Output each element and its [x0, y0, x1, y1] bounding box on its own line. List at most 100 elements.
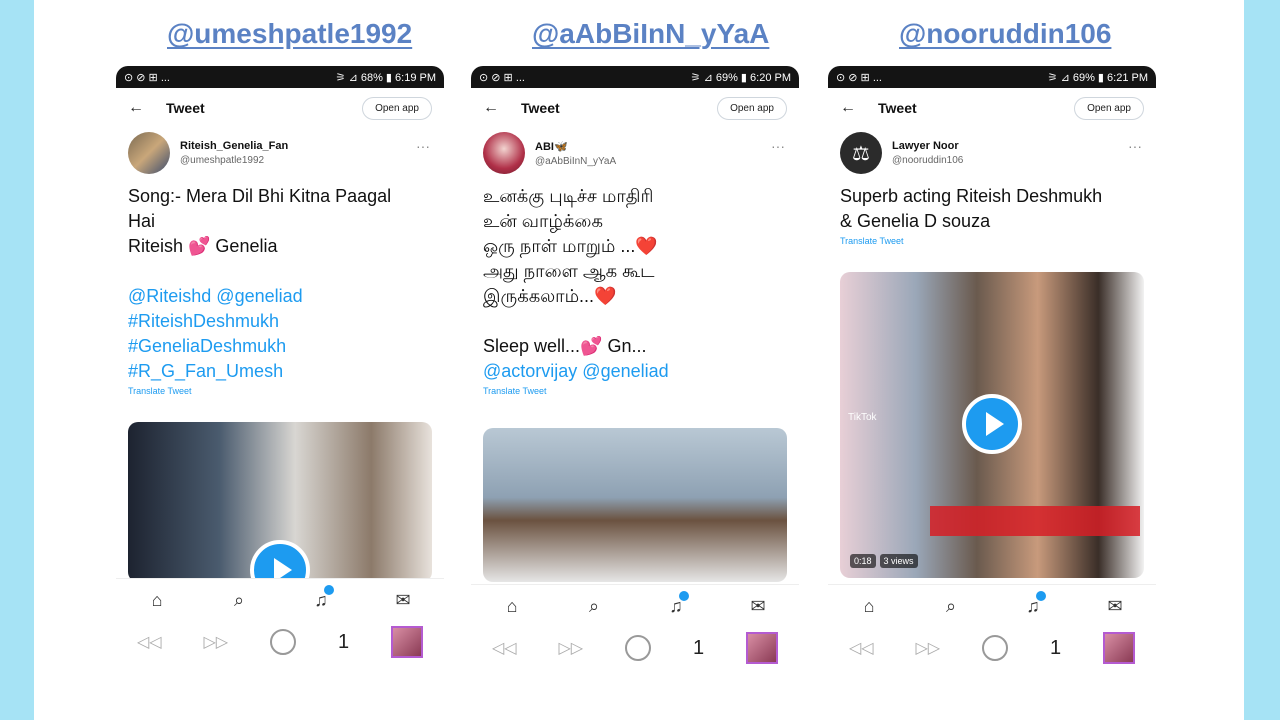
back-arrow-icon[interactable]: ← [128, 99, 158, 117]
notification-badge [679, 591, 689, 601]
messages-icon[interactable]: ✉ [743, 596, 773, 617]
translate-tweet-link[interactable]: Translate Tweet [471, 384, 799, 398]
tweet-text: Superb acting Riteish Deshmukh & Genelia… [828, 178, 1156, 234]
back-arrow-icon[interactable]: ← [840, 99, 870, 117]
username[interactable]: @nooruddin106 [892, 155, 963, 166]
hashtag-link[interactable]: #R_G_Fan_Umesh [128, 359, 432, 384]
tab-count[interactable]: 1 [1050, 637, 1061, 660]
page-title: Tweet [166, 100, 205, 116]
tweet-line [483, 309, 787, 334]
open-app-button[interactable]: Open app [1074, 97, 1144, 120]
avatar[interactable]: ⚖ [840, 132, 882, 174]
rewind-icon[interactable]: ◁◁ [137, 632, 162, 652]
bottom-tab-bar: ⌂ ⌕ ♫ ✉ [471, 584, 799, 628]
notifications-icon[interactable]: ♫ [661, 591, 691, 617]
profile-avatar[interactable] [390, 626, 423, 658]
rewind-icon[interactable]: ◁◁ [849, 638, 874, 658]
bottom-tab-bar: ⌂ ⌕ ♫ ✉ [116, 578, 444, 622]
back-arrow-icon[interactable]: ← [483, 99, 513, 117]
play-button-icon[interactable] [250, 540, 310, 582]
home-circle-icon[interactable] [270, 629, 297, 655]
tweet-header: ← Tweet Open app [471, 88, 799, 128]
home-circle-icon[interactable] [982, 635, 1009, 661]
play-button-icon[interactable] [962, 394, 1022, 454]
video-info: 0:18 3 views [850, 554, 918, 568]
display-name[interactable]: Riteish_Genelia_Fan [180, 140, 288, 152]
handle-1[interactable]: @umeshpatle1992 [167, 18, 412, 50]
video-thumbnail[interactable]: TikTok 0:18 3 views [840, 272, 1144, 578]
system-nav-bar: ◁◁ ▷▷ 1 [471, 626, 799, 670]
open-app-button[interactable]: Open app [717, 97, 787, 120]
system-nav-bar: ◁◁ ▷▷ 1 [828, 626, 1156, 670]
messages-icon[interactable]: ✉ [1100, 596, 1130, 617]
profile-avatar[interactable] [745, 632, 778, 664]
status-bar: ⊙ ⊘ ⊞ ... ⚞ ⊿ 69% ▮ 6:21 PM [828, 66, 1156, 88]
search-icon[interactable]: ⌕ [936, 596, 966, 617]
handle-2[interactable]: @aAbBiInN_yYaA [532, 18, 769, 50]
video-views: 3 views [879, 554, 918, 568]
more-options-icon[interactable]: ··· [771, 138, 785, 154]
search-icon[interactable]: ⌕ [224, 590, 254, 611]
page-title: Tweet [878, 100, 917, 116]
forward-icon[interactable]: ▷▷ [915, 638, 940, 658]
tweet-header: ← Tweet Open app [116, 88, 444, 128]
username[interactable]: @aAbBiInN_yYaA [535, 156, 616, 167]
tweet-author: ⚖ Lawyer Noor @nooruddin106 ··· [828, 128, 1156, 178]
rewind-icon[interactable]: ◁◁ [492, 638, 517, 658]
more-options-icon[interactable]: ··· [416, 138, 430, 154]
video-thumbnail[interactable] [128, 422, 432, 582]
bottom-tab-bar: ⌂ ⌕ ♫ ✉ [828, 584, 1156, 628]
tweet-line: Song:- Mera Dil Bhi Kitna Paagal [128, 186, 392, 206]
display-name[interactable]: Lawyer Noor [892, 140, 963, 152]
phone-screenshot-3: ⊙ ⊘ ⊞ ... ⚞ ⊿ 69% ▮ 6:21 PM ← Tweet Open… [828, 66, 1156, 682]
mentions-link[interactable]: @Riteishd @geneliad [128, 284, 432, 309]
translate-tweet-link[interactable]: Translate Tweet [116, 384, 444, 398]
avatar[interactable] [128, 132, 170, 174]
status-left: ⊙ ⊘ ⊞ ... [836, 71, 882, 84]
tweet-line: ஒரு நாள் மாறும் ...❤️ [483, 236, 658, 256]
home-icon[interactable]: ⌂ [497, 596, 527, 617]
tweet-line: உன் வாழ்க்கை [483, 211, 603, 231]
notification-badge [324, 585, 334, 595]
tweet-line: Sleep well...💕 Gn... [483, 336, 647, 356]
tweet-line: Riteish 💕 Genelia [128, 236, 278, 256]
tab-count[interactable]: 1 [693, 637, 704, 660]
display-name[interactable]: ABI🦋 [535, 140, 616, 153]
avatar[interactable] [483, 132, 525, 174]
status-right: ⚞ ⊿ 68% ▮ 6:19 PM [335, 71, 436, 84]
shirt-stripe [930, 506, 1140, 536]
more-options-icon[interactable]: ··· [1128, 138, 1142, 154]
tweet-line: & Genelia D souza [840, 211, 991, 231]
status-right: ⚞ ⊿ 69% ▮ 6:20 PM [690, 71, 791, 84]
mentions-link[interactable]: @actorvijay @geneliad [483, 359, 787, 384]
hashtag-link[interactable]: #GeneliaDeshmukh [128, 334, 432, 359]
tab-count[interactable]: 1 [338, 631, 349, 654]
handle-3[interactable]: @nooruddin106 [899, 18, 1111, 50]
tweet-line: அது நாளை ஆக கூட [483, 261, 655, 281]
status-bar: ⊙ ⊘ ⊞ ... ⚞ ⊿ 68% ▮ 6:19 PM [116, 66, 444, 88]
notifications-icon[interactable]: ♫ [306, 585, 336, 611]
home-icon[interactable]: ⌂ [142, 590, 172, 611]
notifications-icon[interactable]: ♫ [1018, 591, 1048, 617]
tiktok-watermark: TikTok [848, 412, 877, 423]
tweet-text: Song:- Mera Dil Bhi Kitna Paagal Hai Rit… [116, 178, 444, 384]
profile-avatar[interactable] [1102, 632, 1135, 664]
forward-icon[interactable]: ▷▷ [203, 632, 228, 652]
tweet-author: Riteish_Genelia_Fan @umeshpatle1992 ··· [116, 128, 444, 178]
translate-tweet-link[interactable]: Translate Tweet [828, 234, 1156, 248]
tweet-author: ABI🦋 @aAbBiInN_yYaA ··· [471, 128, 799, 178]
search-icon[interactable]: ⌕ [579, 596, 609, 617]
home-icon[interactable]: ⌂ [854, 596, 884, 617]
page-title: Tweet [521, 100, 560, 116]
movie-still-image[interactable] [483, 428, 787, 582]
tweet-line: Hai [128, 211, 156, 231]
home-circle-icon[interactable] [625, 635, 652, 661]
hashtag-link[interactable]: #RiteishDeshmukh [128, 309, 432, 334]
username[interactable]: @umeshpatle1992 [180, 155, 288, 166]
lawyer-bands-icon: ⚖ [852, 142, 870, 165]
forward-icon[interactable]: ▷▷ [558, 638, 583, 658]
messages-icon[interactable]: ✉ [388, 590, 418, 611]
status-right: ⚞ ⊿ 69% ▮ 6:21 PM [1047, 71, 1148, 84]
status-bar: ⊙ ⊘ ⊞ ... ⚞ ⊿ 69% ▮ 6:20 PM [471, 66, 799, 88]
open-app-button[interactable]: Open app [362, 97, 432, 120]
